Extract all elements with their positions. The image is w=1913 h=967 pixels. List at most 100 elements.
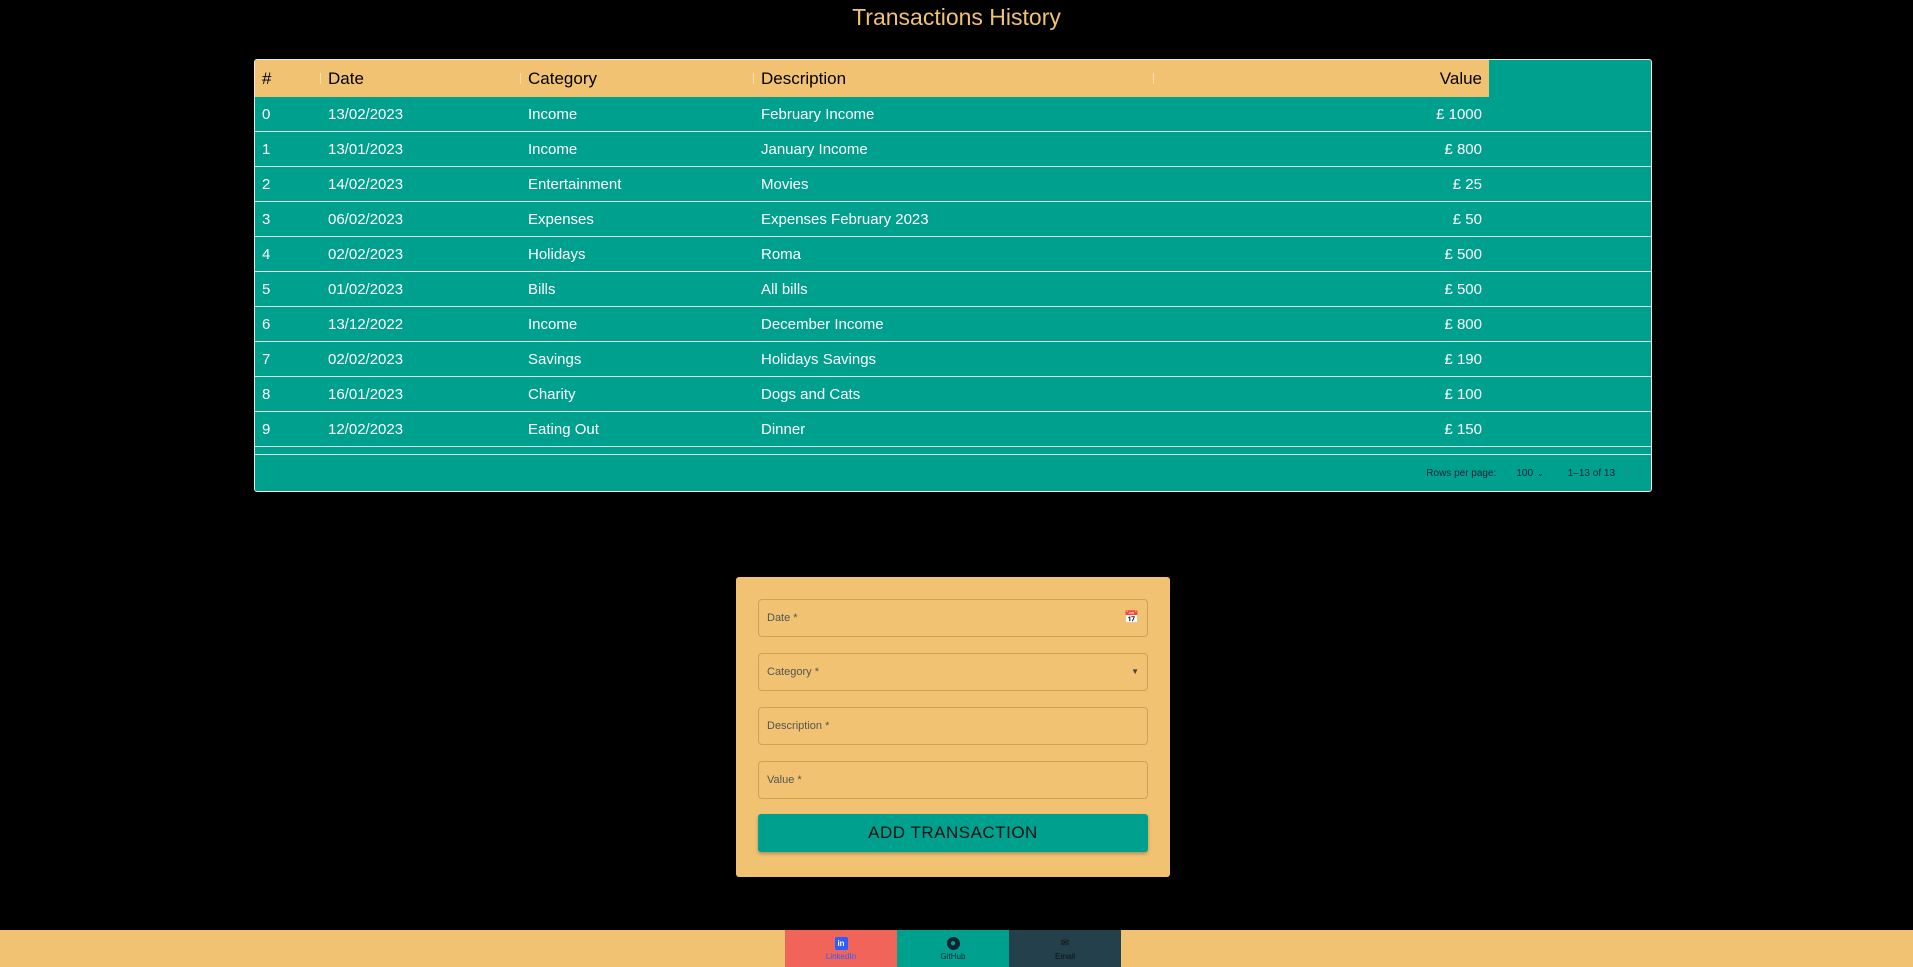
table-cell-category: Entertainment xyxy=(528,175,622,193)
table-cell-date: 06/02/2023 xyxy=(328,210,404,228)
rows-per-page-value: 100 xyxy=(1516,467,1534,479)
description-field[interactable]: Description * xyxy=(758,707,1148,745)
table-cell-date: 02/02/2023 xyxy=(328,245,404,263)
table-cell-date: 02/02/2023 xyxy=(328,350,404,368)
table-cell-description: December Income xyxy=(761,315,884,333)
grid-body[interactable]: 0 13/02/2023 Income February Income £ 1000 1 1… xyxy=(255,97,1651,455)
date-field[interactable]: Date * 📅 xyxy=(758,599,1148,637)
previous-page-button[interactable]: ‹ xyxy=(1625,466,1629,480)
table-cell-idx: 9 xyxy=(262,420,271,438)
github-label: GitHub xyxy=(940,951,966,961)
table-cell-description: Dinner xyxy=(761,420,806,438)
table-cell-date: 14/02/2023 xyxy=(328,175,404,193)
table-row[interactable]: 7 02/02/2023 Savings Holidays Savings £ 190 xyxy=(255,342,1651,377)
table-cell-idx: 5 xyxy=(262,280,271,298)
table-cell-category: Income xyxy=(528,105,578,123)
table-cell-value: £ 800 xyxy=(1444,140,1482,158)
table-cell-category: Income xyxy=(528,140,578,158)
table-cell-value: £ 500 xyxy=(1444,280,1482,298)
chevron-down-icon: ⌄ xyxy=(1537,468,1544,478)
table-cell-idx: 6 xyxy=(262,315,271,333)
table-cell-idx: 7 xyxy=(262,350,271,368)
table-cell-value: £ 1000 xyxy=(1436,105,1482,123)
table-cell-idx: 8 xyxy=(262,385,271,403)
table-cell-date: 13/01/2023 xyxy=(328,140,404,158)
column-header-label: Category xyxy=(528,68,597,88)
column-header-description[interactable]: Description xyxy=(754,60,1154,97)
table-row[interactable]: 1 13/01/2023 Income January Income £ 800 xyxy=(255,132,1651,167)
column-header-category[interactable]: Category xyxy=(521,60,754,97)
column-header-date[interactable]: Date xyxy=(321,60,521,97)
table-cell-idx: 4 xyxy=(262,245,271,263)
table-cell-idx: 1 xyxy=(262,140,271,158)
table-cell-idx: 0 xyxy=(262,105,271,123)
value-field[interactable]: Value * xyxy=(758,761,1148,799)
page-title: Transactions History xyxy=(852,4,1061,30)
table-cell-description: Dogs and Cats xyxy=(761,385,861,403)
table-cell-value: £ 500 xyxy=(1444,245,1482,263)
table-cell-value: £ 25 xyxy=(1452,175,1482,193)
email-link[interactable]: ✉ Email xyxy=(1009,930,1121,967)
table-cell-description: February Income xyxy=(761,105,875,123)
table-cell-description: Expenses February 2023 xyxy=(761,210,929,228)
category-select[interactable]: Category * ▼ xyxy=(758,653,1148,691)
table-row[interactable]: 3 06/02/2023 Expenses Expenses February 202… xyxy=(255,202,1651,237)
table-row[interactable]: 2 14/02/2023 Entertainment Movies £ 25 xyxy=(255,167,1651,202)
column-header-label: Date xyxy=(328,68,364,88)
category-field-label: Category * xyxy=(767,666,819,678)
table-cell-value: £ 190 xyxy=(1444,350,1482,368)
column-header-label: Description xyxy=(761,68,847,88)
table-cell-category: Bills xyxy=(528,280,556,298)
table-cell-description: All bills xyxy=(761,280,808,298)
description-field-label: Description * xyxy=(767,720,830,732)
transactions-grid: # Date Category Description Value 0 13/02… xyxy=(254,59,1652,492)
table-cell-value: £ 100 xyxy=(1444,385,1482,403)
table-cell-date: 01/02/2023 xyxy=(328,280,404,298)
add-transaction-button[interactable]: ADD TRANSACTION xyxy=(758,814,1148,852)
table-cell-category: Savings xyxy=(528,350,582,368)
grid-footer: Rows per page: 100 ⌄ 1–13 of 13 ‹ › xyxy=(255,454,1651,491)
dropdown-arrow-icon: ▼ xyxy=(1131,667,1139,676)
calendar-icon[interactable]: 📅 xyxy=(1124,610,1139,624)
column-header-label: Value xyxy=(1439,68,1482,88)
table-cell-value: £ 150 xyxy=(1444,420,1482,438)
table-row[interactable]: 0 13/02/2023 Income February Income £ 1000 xyxy=(255,97,1651,132)
table-cell-category: Income xyxy=(528,315,578,333)
github-link[interactable]: ● GitHub xyxy=(897,930,1009,967)
linkedin-icon: in xyxy=(834,936,848,950)
add-transaction-form: Date * 📅 Category * ▼ Description * Valu… xyxy=(736,577,1170,877)
table-cell-idx: 3 xyxy=(262,210,271,228)
rows-per-page-label: Rows per page: xyxy=(1426,467,1497,479)
linkedin-link[interactable]: in LinkedIn xyxy=(785,930,897,967)
page-range: 1–13 of 13 xyxy=(1567,467,1615,479)
table-cell-description: Holidays Savings xyxy=(761,350,877,368)
github-icon: ● xyxy=(946,936,960,950)
table-cell-category: Expenses xyxy=(528,210,594,228)
column-header-index[interactable]: # xyxy=(255,60,321,97)
table-row[interactable]: 9 12/02/2023 Eating Out Dinner £ 150 xyxy=(255,412,1651,447)
mail-icon: ✉ xyxy=(1060,937,1070,949)
table-cell-value: £ 800 xyxy=(1444,315,1482,333)
table-cell-value: £ 50 xyxy=(1452,210,1482,228)
table-cell-description: January Income xyxy=(761,140,868,158)
table-row[interactable]: 6 13/12/2022 Income December Income £ 800 xyxy=(255,307,1651,342)
table-row[interactable]: 4 02/02/2023 Holidays Roma £ 500 xyxy=(255,237,1651,272)
table-cell-category: Charity xyxy=(528,385,576,403)
table-cell-category: Holidays xyxy=(528,245,586,263)
table-row[interactable]: 5 01/02/2023 Bills All bills £ 500 xyxy=(255,272,1651,307)
table-cell-category: Eating Out xyxy=(528,420,599,438)
email-label: Email xyxy=(1054,951,1075,961)
grid-header: # Date Category Description Value xyxy=(255,60,1489,97)
date-field-label: Date * xyxy=(767,612,798,624)
table-cell-date: 13/02/2023 xyxy=(328,105,404,123)
column-header-value[interactable]: Value xyxy=(1154,60,1489,97)
value-field-label: Value * xyxy=(767,774,802,786)
table-cell-date: 13/12/2022 xyxy=(328,315,404,333)
rows-per-page-select[interactable]: 100 ⌄ xyxy=(1506,468,1543,479)
table-cell-date: 12/02/2023 xyxy=(328,420,404,438)
linkedin-label: LinkedIn xyxy=(825,951,857,961)
table-cell-date: 16/01/2023 xyxy=(328,385,404,403)
table-cell-idx: 2 xyxy=(262,175,271,193)
table-row[interactable]: 8 16/01/2023 Charity Dogs and Cats £ 100 xyxy=(255,377,1651,412)
next-page-button[interactable]: › xyxy=(1639,466,1643,480)
